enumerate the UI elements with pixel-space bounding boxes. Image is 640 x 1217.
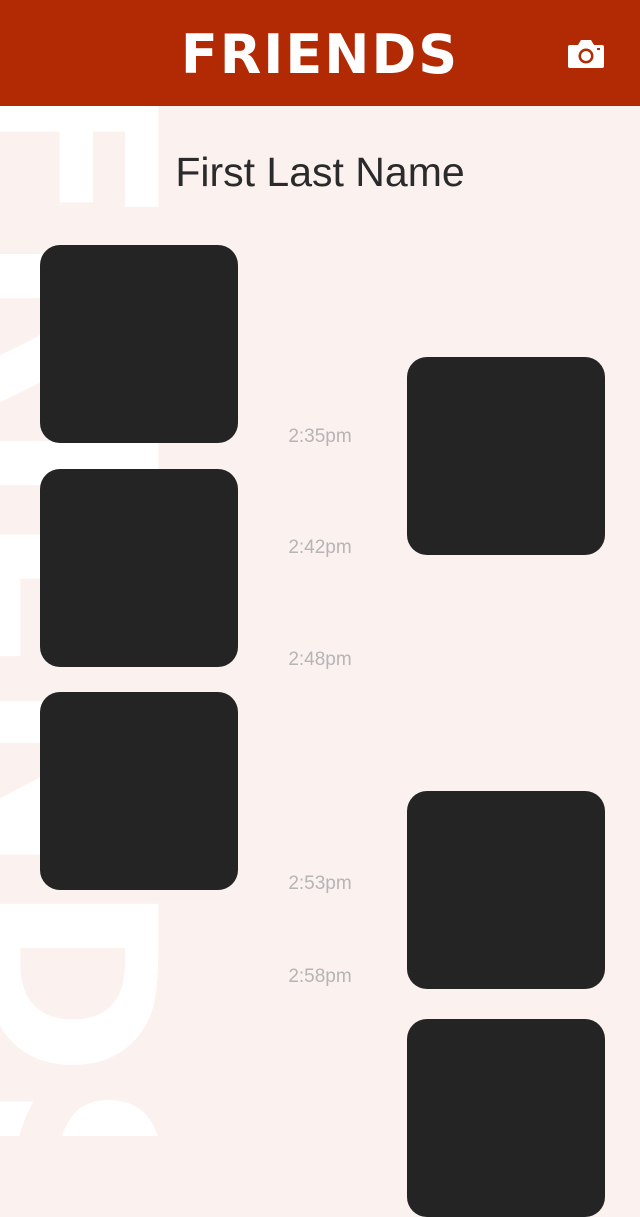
camera-icon <box>568 40 604 68</box>
timestamp: 2:48pm <box>288 649 352 670</box>
photo-thumbnail[interactable] <box>40 245 238 443</box>
timestamp: 2:35pm <box>288 426 352 447</box>
timestamp: 2:42pm <box>288 537 352 558</box>
photo-thumbnail[interactable] <box>40 469 238 667</box>
photo-thumbnail[interactable] <box>40 692 238 890</box>
app-title: FRIENDS <box>180 23 460 86</box>
photo-thumbnail[interactable] <box>407 357 605 555</box>
camera-button[interactable] <box>566 38 606 70</box>
app-header: FRIENDS <box>0 0 640 106</box>
photo-timeline: 2:35pm 2:42pm 2:48pm 2:53pm 2:58pm <box>0 0 640 1217</box>
photo-thumbnail[interactable] <box>407 791 605 989</box>
timestamp: 2:58pm <box>288 966 352 987</box>
photo-thumbnail[interactable] <box>407 1019 605 1217</box>
timestamp: 2:53pm <box>288 873 352 894</box>
